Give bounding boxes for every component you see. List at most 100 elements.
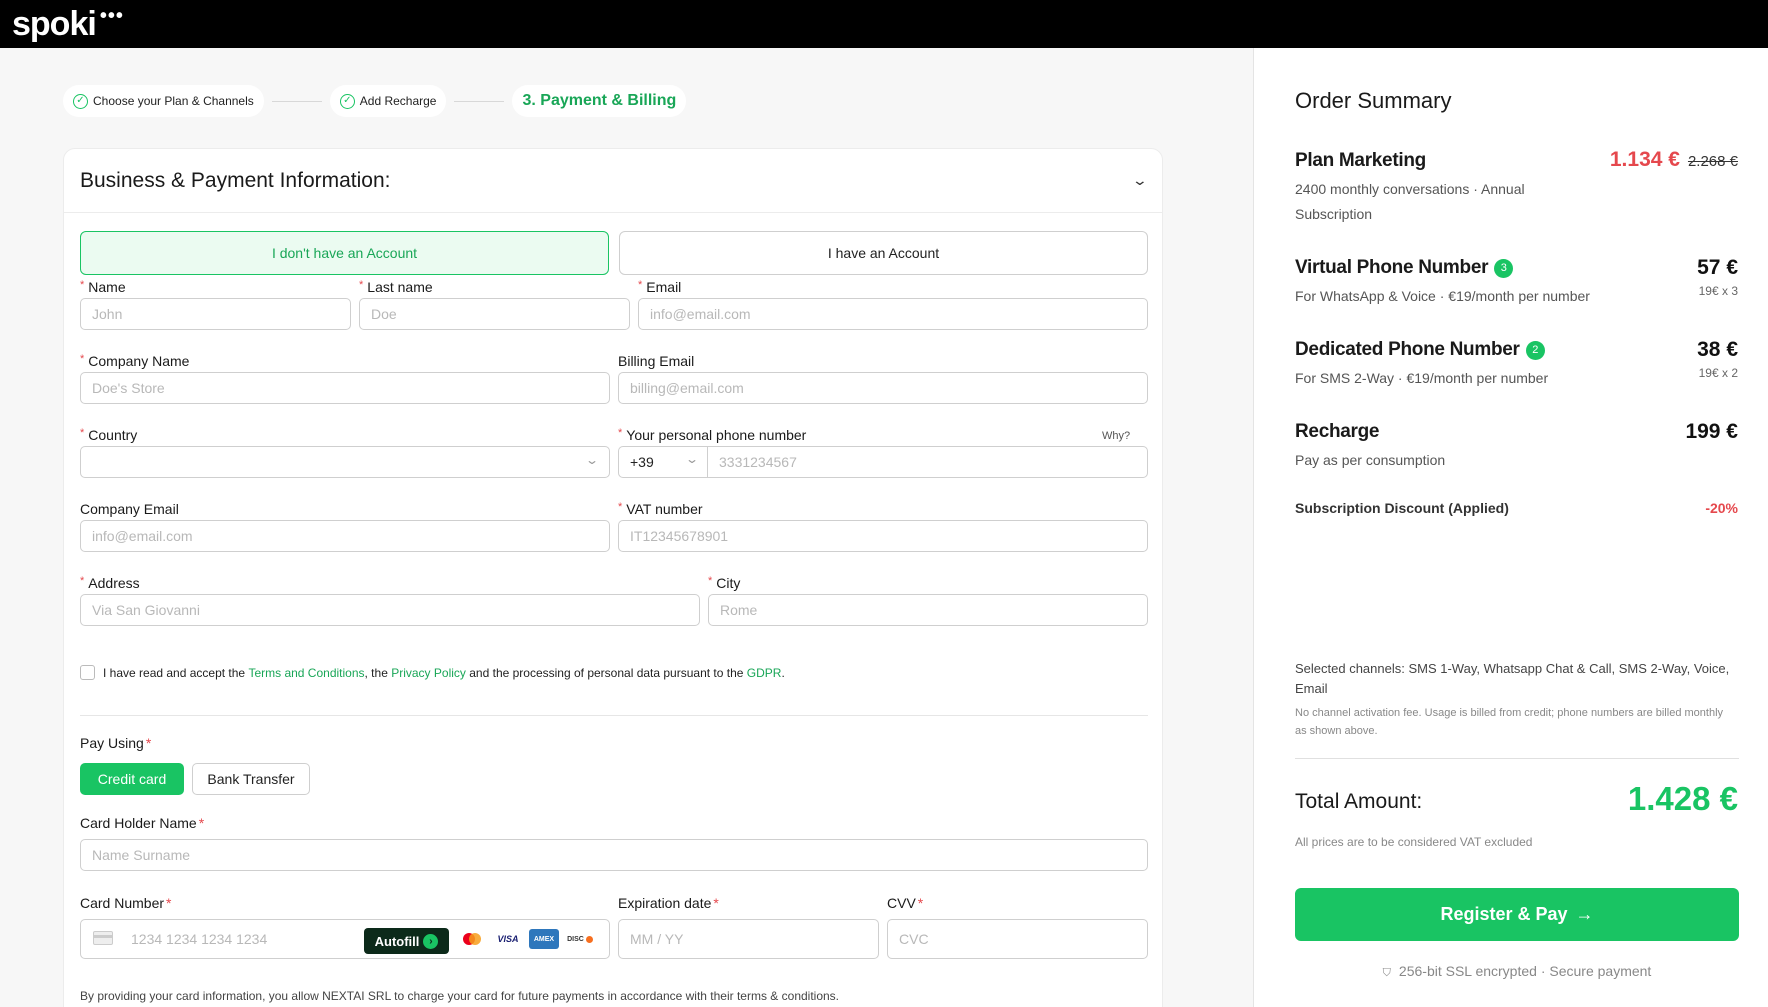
recharge-name: Recharge xyxy=(1295,421,1380,442)
label-text: City xyxy=(716,575,741,591)
required-marker: * xyxy=(145,735,152,751)
chevron-down-icon[interactable]: ⌄ xyxy=(1132,172,1148,189)
country-select[interactable]: ⌄ xyxy=(80,446,610,478)
billing-email-input[interactable]: billing@email.com xyxy=(618,372,1148,404)
discover-dot xyxy=(585,935,593,943)
terms-text: I have read and accept the xyxy=(103,665,246,680)
required-marker: * xyxy=(80,427,85,439)
discover-icon: DISC xyxy=(565,929,595,949)
amex-icon: AMEX xyxy=(529,929,559,949)
required-marker: * xyxy=(618,427,623,439)
company-name-label: * Company Name xyxy=(80,353,189,369)
label-text: Last name xyxy=(367,279,433,295)
privacy-link[interactable]: Privacy Policy xyxy=(391,666,466,680)
required-marker: * xyxy=(80,575,85,587)
terms-checkbox[interactable] xyxy=(80,665,95,680)
label-text: Country xyxy=(88,427,138,443)
discount-label: Subscription Discount (Applied) xyxy=(1295,500,1509,516)
order-summary-pane: Order Summary Plan Marketing 2400 monthl… xyxy=(1253,48,1768,1007)
city-input[interactable]: Rome xyxy=(708,594,1148,626)
label-text: Your personal phone number xyxy=(626,427,807,443)
step-plan-channels[interactable]: ✓ Choose your Plan & Channels xyxy=(63,85,264,117)
company-email-input[interactable]: info@email.com xyxy=(80,520,610,552)
required-marker: * xyxy=(166,895,172,911)
card-number-input[interactable]: 1234 1234 1234 1234 Autofill › VISA AMEX… xyxy=(80,919,610,959)
terms-row: I have read and accept the Terms and Con… xyxy=(80,665,785,680)
bank-transfer-button[interactable]: Bank Transfer xyxy=(192,763,310,795)
step-label: 3. Payment & Billing xyxy=(522,92,677,109)
label-text: Card Holder Name xyxy=(80,815,197,831)
card-holder-input[interactable]: Name Surname xyxy=(80,839,1148,871)
item-name-text: Virtual Phone Number xyxy=(1295,257,1489,278)
company-email-label: Company Email xyxy=(80,501,179,517)
arrow-right-icon: › xyxy=(423,933,439,949)
city-label: * City xyxy=(708,575,740,591)
email-input[interactable]: info@email.com xyxy=(638,298,1148,330)
credit-card-icon xyxy=(93,931,113,945)
step-add-recharge[interactable]: ✓ Add Recharge xyxy=(329,85,447,117)
label-text: VAT number xyxy=(626,501,703,517)
virtual-number-name: Virtual Phone Number 3 xyxy=(1295,257,1514,279)
last-name-input[interactable]: Doe xyxy=(359,298,630,330)
ssl-note: ⛉ 256-bit SSL encrypted · Secure payment xyxy=(1295,963,1739,980)
shield-icon: ⛉ xyxy=(1382,967,1391,979)
autofill-label: Autofill xyxy=(374,933,420,949)
desc-line: Subscription xyxy=(1295,206,1373,222)
arrow-right-icon: → xyxy=(1575,904,1594,924)
label-text: Card Number xyxy=(80,895,165,911)
visa-icon: VISA xyxy=(497,934,519,944)
check-icon: ✓ xyxy=(339,93,355,109)
required-marker: * xyxy=(638,279,643,291)
section-divider xyxy=(80,715,1148,716)
summary-divider xyxy=(1295,758,1739,759)
cvv-label: CVV * xyxy=(887,895,923,911)
register-pay-button[interactable]: Register & Pay → xyxy=(1295,888,1739,941)
address-label: * Address xyxy=(80,575,140,591)
chevron-down-icon: ⌄ xyxy=(584,453,600,467)
cvv-input[interactable]: CVC xyxy=(887,919,1148,959)
label-text: Name xyxy=(88,279,126,295)
plan-marketing-name: Plan Marketing xyxy=(1295,150,1426,171)
checkout-form-pane: ✓ Choose your Plan & Channels ✓ Add Rech… xyxy=(0,48,1253,1007)
recharge-desc: Pay as per consumption xyxy=(1295,452,1446,468)
expiration-input[interactable]: MM / YY xyxy=(618,919,879,959)
chevron-down-icon: ⌄ xyxy=(684,452,700,466)
terms-link[interactable]: Terms and Conditions xyxy=(248,666,364,680)
required-marker: * xyxy=(80,279,85,291)
card-number-placeholder: 1234 1234 1234 1234 xyxy=(131,931,268,947)
step-payment-billing: 3. Payment & Billing xyxy=(512,85,687,117)
discounted-price: 1.134 € xyxy=(1609,148,1680,171)
card-header[interactable]: Business & Payment Information: ⌄ xyxy=(64,149,1162,213)
autofill-button[interactable]: Autofill › xyxy=(364,928,449,954)
has-account-button[interactable]: I have an Account xyxy=(619,231,1148,275)
gdpr-link[interactable]: GDPR xyxy=(747,666,782,680)
check-icon: ✓ xyxy=(73,93,88,109)
required-marker: * xyxy=(80,353,85,365)
vat-input[interactable]: IT12345678901 xyxy=(618,520,1148,552)
stepper: ✓ Choose your Plan & Channels ✓ Add Rech… xyxy=(63,85,687,117)
phone-prefix-select[interactable]: +39 ⌄ xyxy=(619,447,708,477)
dedicated-number-desc: For SMS 2-Way · €19/month per number xyxy=(1295,370,1549,386)
phone-prefix-value: +39 xyxy=(630,454,654,470)
address-input[interactable]: Via San Giovanni xyxy=(80,594,700,626)
total-label: Total Amount: xyxy=(1295,790,1423,813)
phone-input[interactable]: 3331234567 xyxy=(708,454,797,470)
why-link[interactable]: Why? xyxy=(1102,430,1130,442)
name-input[interactable]: John xyxy=(80,298,351,330)
spoki-logo[interactable]: spoki ••• xyxy=(12,6,124,41)
label-text: Pay Using xyxy=(80,735,144,751)
no-account-button[interactable]: I don't have an Account xyxy=(80,231,609,275)
vat-note: All prices are to be considered VAT excl… xyxy=(1295,835,1533,849)
credit-card-button[interactable]: Credit card xyxy=(80,763,184,795)
mastercard-icon xyxy=(457,929,487,949)
virtual-number-breakdown: 19€ x 3 xyxy=(1698,284,1738,298)
plan-marketing-price: 1.134 € 2.268 € xyxy=(1610,148,1738,172)
discover-text: DISC xyxy=(567,935,584,943)
required-marker: * xyxy=(917,895,924,911)
card-disclaimer: By providing your card information, you … xyxy=(80,989,840,1003)
billing-email-label: Billing Email xyxy=(618,353,695,369)
terms-text: , the xyxy=(364,665,388,680)
company-name-input[interactable]: Doe's Store xyxy=(80,372,610,404)
email-label: * Email xyxy=(638,279,681,295)
expiration-label: Expiration date * xyxy=(618,895,719,911)
